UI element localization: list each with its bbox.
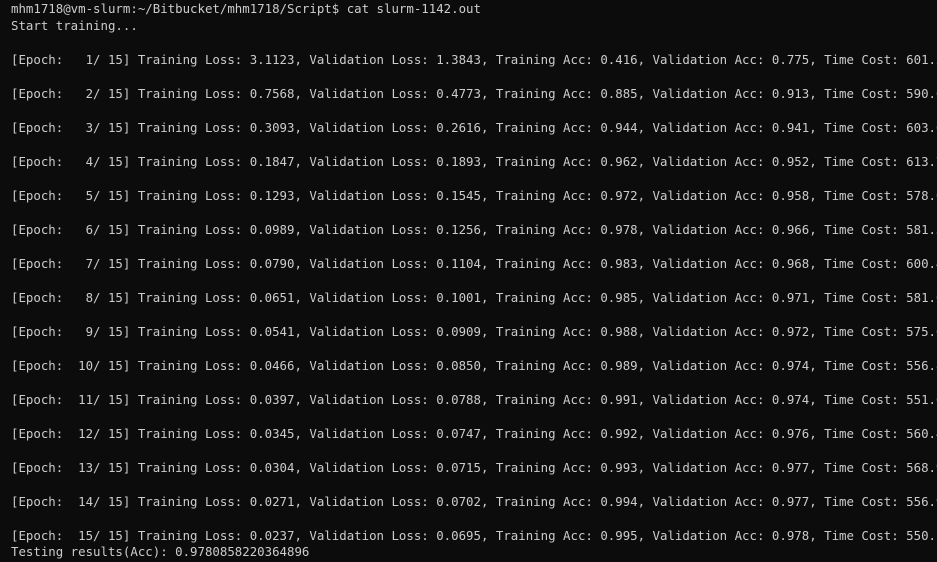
epoch-line: [Epoch: 7/ 15] Training Loss: 0.0790, Va…	[11, 256, 937, 271]
epoch-line: [Epoch: 12/ 15] Training Loss: 0.0345, V…	[11, 426, 937, 441]
epoch-line: [Epoch: 6/ 15] Training Loss: 0.0989, Va…	[11, 222, 937, 237]
terminal-window[interactable]: mhm1718@vm-slurm:~/Bitbucket/mhm1718/Scr…	[0, 0, 937, 562]
epoch-line: [Epoch: 10/ 15] Training Loss: 0.0466, V…	[11, 358, 937, 373]
epoch-line: [Epoch: 5/ 15] Training Loss: 0.1293, Va…	[11, 188, 937, 203]
shell-command: cat slurm-1142.out	[346, 1, 481, 16]
epoch-line: [Epoch: 3/ 15] Training Loss: 0.3093, Va…	[11, 120, 937, 135]
epoch-line: [Epoch: 11/ 15] Training Loss: 0.0397, V…	[11, 392, 937, 407]
epoch-line: [Epoch: 9/ 15] Training Loss: 0.0541, Va…	[11, 324, 937, 339]
epoch-line: [Epoch: 13/ 15] Training Loss: 0.0304, V…	[11, 460, 937, 475]
testing-results-line: Testing results(Acc): 0.9780858220364896	[11, 544, 310, 559]
command-line: mhm1718@vm-slurm:~/Bitbucket/mhm1718/Scr…	[11, 0, 481, 17]
shell-prompt: mhm1718@vm-slurm:~/Bitbucket/mhm1718/Scr…	[11, 1, 340, 16]
epoch-line: [Epoch: 2/ 15] Training Loss: 0.7568, Va…	[11, 86, 937, 101]
epoch-line: [Epoch: 8/ 15] Training Loss: 0.0651, Va…	[11, 290, 937, 305]
epoch-line: [Epoch: 15/ 15] Training Loss: 0.0237, V…	[11, 528, 937, 543]
start-training-line: Start training...	[11, 18, 138, 33]
epoch-line: [Epoch: 14/ 15] Training Loss: 0.0271, V…	[11, 494, 937, 509]
epoch-line: [Epoch: 4/ 15] Training Loss: 0.1847, Va…	[11, 154, 937, 169]
epoch-line: [Epoch: 1/ 15] Training Loss: 3.1123, Va…	[11, 52, 937, 67]
